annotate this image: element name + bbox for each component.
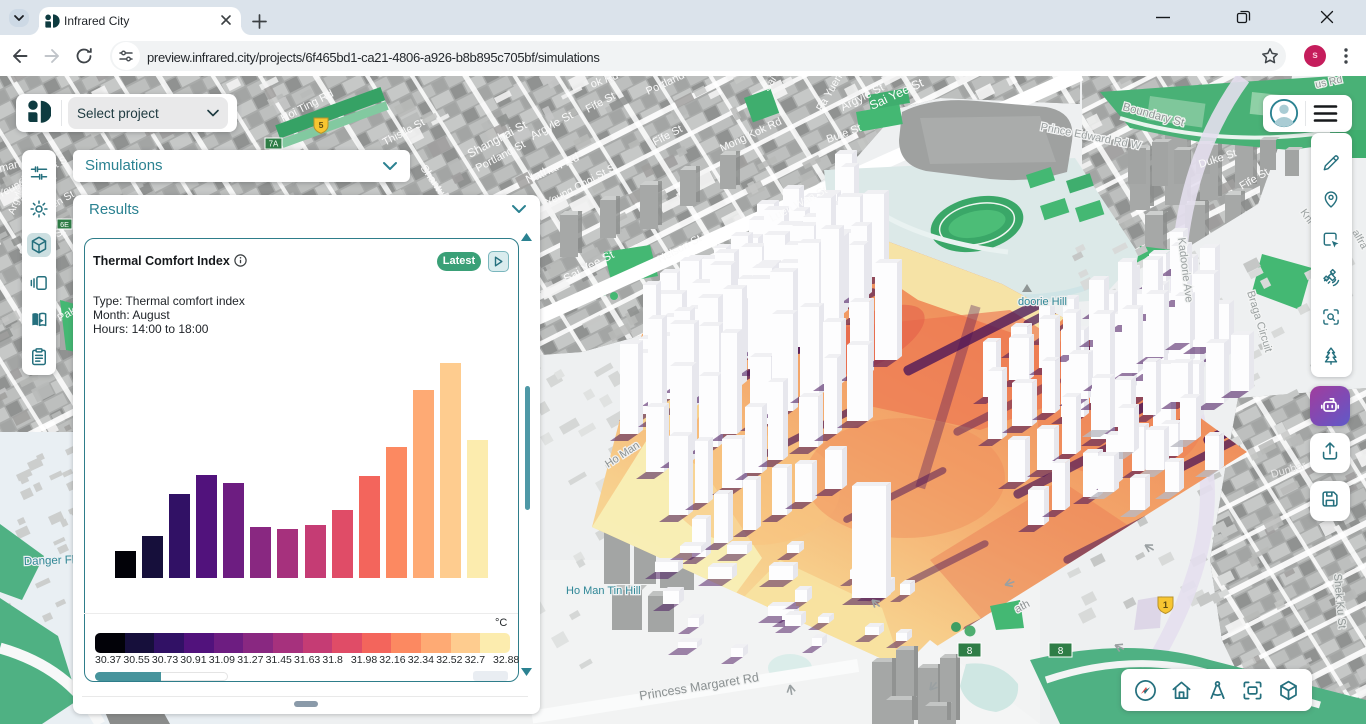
svg-text:7A: 7A (269, 140, 279, 149)
svg-text:Ho Man Tin Hill: Ho Man Tin Hill (566, 585, 641, 597)
svg-text:doorie Hill: doorie Hill (1018, 296, 1067, 308)
svg-text:6E: 6E (60, 220, 69, 229)
svg-text:8: 8 (967, 646, 973, 657)
svg-text:1: 1 (1163, 600, 1168, 610)
svg-text:8: 8 (1058, 646, 1064, 657)
svg-text:5: 5 (319, 120, 324, 130)
